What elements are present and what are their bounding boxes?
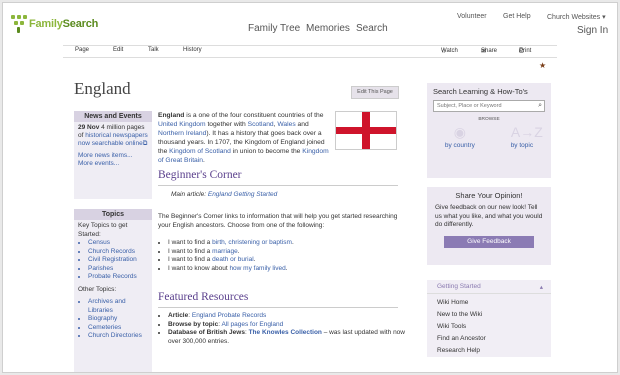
topic-link[interactable]: Census xyxy=(88,239,148,248)
search-learning-title: Search Learning & How-To's xyxy=(433,87,528,96)
england-flag-image xyxy=(335,111,397,150)
nav-church-websites[interactable]: Church Websites ▾ xyxy=(547,13,606,21)
tab-edit[interactable]: Edit xyxy=(113,47,123,53)
getting-started-item[interactable]: New to the Wiki xyxy=(427,309,551,321)
getting-started-link[interactable]: England Getting Started xyxy=(208,191,277,198)
topic-link[interactable]: Probate Records xyxy=(88,273,148,282)
list-item: Database of British Jews: The Knowles Co… xyxy=(168,329,408,346)
list-item: I want to find a marriage. xyxy=(168,248,408,257)
topic-link[interactable]: Cemeteries xyxy=(88,324,148,333)
featured-list: Article: England Probate Records Browse … xyxy=(158,312,408,346)
list-item: I want to know about how my family lived… xyxy=(168,265,408,274)
featured-resources-heading: Featured Resources xyxy=(158,291,249,303)
edit-page-button[interactable]: Edit This Page xyxy=(351,86,399,99)
northern-ireland-link[interactable]: Northern Ireland xyxy=(158,130,206,137)
topics-heading: Topics xyxy=(74,209,152,220)
wales-link[interactable]: Wales xyxy=(277,121,295,128)
browse-label: BROWSE xyxy=(478,117,500,122)
collapse-icon: ▴ xyxy=(539,284,543,291)
news-item: 29 Nov 4 million pages of historical new… xyxy=(74,122,152,170)
nav-volunteer[interactable]: Volunteer xyxy=(457,13,487,20)
chevron-down-icon: ▾ xyxy=(602,14,606,21)
topic-link[interactable]: Parishes xyxy=(88,265,148,274)
all-pages-link[interactable]: All pages for England xyxy=(221,321,283,328)
browser-page: FamilySearch Family Tree Memories Search… xyxy=(2,2,618,373)
tab-talk[interactable]: Talk xyxy=(148,47,159,53)
page-title: England xyxy=(74,79,131,98)
external-link-icon: ⧉ xyxy=(142,140,148,147)
topic-link[interactable]: Church Directories xyxy=(88,332,148,341)
getting-started-item[interactable]: Research Help xyxy=(427,345,551,357)
scotland-link[interactable]: Scotland xyxy=(248,121,274,128)
getting-started-heading[interactable]: Getting Started ▴ xyxy=(427,280,551,294)
browse-by-country[interactable]: ◉ by country xyxy=(445,124,475,149)
tab-page[interactable]: Page xyxy=(75,47,89,53)
nav-family-tree[interactable]: Family Tree xyxy=(248,23,300,34)
topics-intro: Key Topics to get Started: xyxy=(78,222,128,238)
list-item: Browse by topic: All pages for England xyxy=(168,321,408,330)
tree-logo-icon xyxy=(11,15,27,33)
page-tabs: Page Edit Talk History ☆ Watch ✉ Share ⎙… xyxy=(63,45,557,58)
list-item: I want to find a death or burial. xyxy=(168,256,408,265)
news-heading: News and Events xyxy=(74,111,152,122)
news-link[interactable]: historical newspapers now searchable onl… xyxy=(78,132,148,147)
getting-started-item[interactable]: Wiki Tools xyxy=(427,321,551,333)
globe-icon: ◉ xyxy=(453,124,466,140)
main-article-note: Main article: England Getting Started xyxy=(171,191,278,198)
key-topics-list: Census Church Records Civil Registration… xyxy=(78,239,148,282)
give-feedback-button[interactable]: Give Feedback xyxy=(444,235,534,248)
intro-paragraph: England is a one of the four constituent… xyxy=(158,112,329,164)
topics-box: Topics Key Topics to get Started: Census… xyxy=(74,209,152,372)
other-topics-list: Archives and Libraries Biography Cemeter… xyxy=(78,298,148,341)
browse-by-topic[interactable]: A→Z by topic xyxy=(510,124,543,149)
nav-get-help[interactable]: Get Help xyxy=(503,13,531,20)
brand-name: FamilySearch xyxy=(29,18,99,30)
search-learning-box: Search Learning & How-To's Subject, Plac… xyxy=(427,83,551,178)
marriage-link[interactable]: marriage xyxy=(212,248,238,255)
beginners-list: I want to find a birth, christening or b… xyxy=(158,239,408,273)
more-events-link[interactable]: More events... xyxy=(78,160,148,168)
topic-link[interactable]: Archives and Libraries xyxy=(88,298,148,315)
beginners-paragraph: The Beginner's Corner links to informati… xyxy=(158,213,398,229)
heading-divider xyxy=(158,185,398,186)
list-item: Article: England Probate Records xyxy=(168,312,408,321)
getting-started-box: Getting Started ▴ Wiki Home New to the Wi… xyxy=(427,280,551,357)
probate-records-link[interactable]: England Probate Records xyxy=(192,312,266,319)
familysearch-logo[interactable]: FamilySearch xyxy=(11,15,98,33)
nav-memories[interactable]: Memories xyxy=(306,23,350,34)
family-lived-link[interactable]: how my family lived xyxy=(229,265,285,272)
share-opinion-box: Share Your Opinion! Give feedback on our… xyxy=(427,187,551,265)
other-topics-label: Other Topics: xyxy=(78,285,117,293)
heading-divider xyxy=(158,307,398,308)
united-kingdom-link[interactable]: United Kingdom xyxy=(158,121,206,128)
beginners-corner-heading: Beginner's Corner xyxy=(158,169,242,181)
search-icon[interactable]: ⌕ xyxy=(538,101,542,111)
more-news-link[interactable]: More news items... xyxy=(78,152,148,160)
news-box: News and Events 29 Nov 4 million pages o… xyxy=(74,111,152,199)
list-item: I want to find a birth, christening or b… xyxy=(168,239,408,248)
featured-star-icon: ★ xyxy=(539,61,547,70)
topic-link[interactable]: Church Records xyxy=(88,248,148,257)
signin-link[interactable]: Sign In xyxy=(577,25,608,36)
a-to-z-icon: A→Z xyxy=(510,124,543,140)
news-date: 29 Nov xyxy=(78,124,100,131)
wiki-search-input[interactable]: Subject, Place or Keyword ⌕ xyxy=(433,100,545,112)
birth-link[interactable]: birth, christening or baptism xyxy=(212,239,292,246)
topic-link[interactable]: Biography xyxy=(88,315,148,324)
kingdom-of-scotland-link[interactable]: Kingdom of Scotland xyxy=(169,148,231,155)
share-opinion-title: Share Your Opinion! xyxy=(455,191,523,200)
site-header: FamilySearch Family Tree Memories Search… xyxy=(3,3,617,43)
topic-link[interactable]: Civil Registration xyxy=(88,256,148,265)
share-opinion-text: Give feedback on our new look! Tell us w… xyxy=(435,204,543,228)
getting-started-item[interactable]: Wiki Home xyxy=(427,297,551,309)
getting-started-item[interactable]: Find an Ancestor xyxy=(427,333,551,345)
death-link[interactable]: death or burial xyxy=(212,256,254,263)
nav-search[interactable]: Search xyxy=(356,23,388,34)
knowles-collection-link[interactable]: The Knowles Collection xyxy=(249,329,322,336)
tab-history[interactable]: History xyxy=(183,47,202,53)
